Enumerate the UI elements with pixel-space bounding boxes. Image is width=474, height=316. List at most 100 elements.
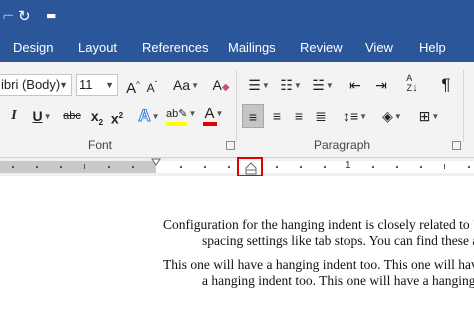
multilevel-list-icon: ☱ <box>312 77 325 93</box>
chevron-down-icon[interactable]: ▼ <box>105 75 114 95</box>
chevron-down-icon: ▼ <box>293 81 302 91</box>
increase-indent-button[interactable]: ⇥ <box>370 73 392 97</box>
text-effects-button[interactable]: A▼ <box>136 104 162 128</box>
paint-bucket-icon: ◈ <box>382 108 393 124</box>
justify-button[interactable]: ≣ <box>310 104 332 128</box>
subscript-button[interactable]: x2 <box>88 104 106 128</box>
chevron-down-icon: ▼ <box>151 111 160 121</box>
chevron-down-icon: ▼ <box>359 112 368 122</box>
font-name-value: ibri (Body) <box>1 77 61 92</box>
hanging-indent-highlight <box>237 157 263 177</box>
ribbon-home: ibri (Body) ▼ 11 ▼ A^ Aˇ Aa▼ A◆ I U▼ abc… <box>0 62 474 158</box>
paragraph-dialog-launcher-icon[interactable] <box>452 141 461 150</box>
document-page[interactable]: Configuration for the hanging indent is … <box>0 176 474 316</box>
highlight-label: ab <box>166 108 179 120</box>
clear-formatting-button[interactable]: A◆ <box>208 73 234 97</box>
align-left-icon: ≡ <box>248 109 258 125</box>
align-right-icon: ≡ <box>294 108 304 124</box>
bullets-button[interactable]: ☰▼ <box>244 73 274 97</box>
tab-review[interactable]: Review <box>300 39 343 57</box>
ruler-number: 1 <box>345 160 351 171</box>
tab-view[interactable]: View <box>365 39 393 57</box>
tab-help[interactable]: Help <box>419 39 446 57</box>
text-effects-label: A <box>138 106 151 126</box>
underline-button[interactable]: U▼ <box>28 104 56 128</box>
justify-icon: ≣ <box>315 108 327 124</box>
italic-label: I <box>11 108 17 123</box>
line-spacing-button[interactable]: ↕≡▼ <box>340 104 370 128</box>
chevron-down-icon: ▼ <box>43 112 52 122</box>
chevron-down-icon: ▼ <box>215 109 224 119</box>
font-color-label: A <box>204 105 215 122</box>
shrink-font-label: A <box>146 81 155 95</box>
subscript-label: x <box>90 108 99 124</box>
align-center-icon: ≡ <box>272 108 282 124</box>
shading-button[interactable]: ◈▼ <box>376 104 408 128</box>
paragraph-2-line-2: a hanging indent too. This one will have… <box>202 273 474 288</box>
group-separator <box>236 70 237 142</box>
clear-formatting-label: A <box>212 77 222 93</box>
grow-font-label: A <box>126 80 137 97</box>
borders-button[interactable]: ⊞▼ <box>414 104 444 128</box>
paragraph-group-label: Paragraph <box>314 138 371 152</box>
pilcrow-icon: ¶ <box>441 75 451 94</box>
chevron-down-icon: ▼ <box>393 112 402 122</box>
font-color-bar <box>202 122 217 126</box>
highlight-button[interactable]: ab✎ ▼ <box>166 102 196 126</box>
strikethrough-button[interactable]: abc <box>60 104 84 128</box>
decrease-indent-button[interactable]: ⇤ <box>344 73 366 97</box>
tab-mailings[interactable]: Mailings <box>228 39 276 57</box>
chevron-down-icon: ▼ <box>261 81 270 91</box>
align-left-button[interactable]: ≡ <box>242 104 264 128</box>
first-line-indent-marker[interactable] <box>151 158 161 166</box>
bullets-icon: ☰ <box>248 77 261 93</box>
chevron-down-icon: ▼ <box>325 81 334 91</box>
chevron-down-icon: ▼ <box>188 109 197 119</box>
grow-font-button[interactable]: A^ <box>124 73 142 97</box>
change-case-label: Aa <box>172 77 191 93</box>
increase-indent-icon: ⇥ <box>375 77 387 93</box>
multilevel-list-button[interactable]: ☱▼ <box>308 73 338 97</box>
undo-icon[interactable]: ⌐ <box>2 6 15 26</box>
subscript-mark: 2 <box>98 117 104 127</box>
font-name-combo[interactable]: ibri (Body) ▼ <box>0 74 72 96</box>
superscript-label: x <box>110 110 119 127</box>
chevron-down-icon[interactable]: ▼ <box>59 75 68 95</box>
show-hide-marks-button[interactable]: ¶ <box>436 73 456 97</box>
ribbon-tabs: Design Layout References Mailings Review… <box>0 34 474 62</box>
chevron-down-icon: ▼ <box>431 112 440 122</box>
borders-icon: ⊞ <box>418 108 431 124</box>
customize-qat-icon[interactable]: ▬ <box>46 6 56 26</box>
group-separator <box>463 70 464 142</box>
align-center-button[interactable]: ≡ <box>266 104 288 128</box>
superscript-button[interactable]: x2 <box>108 104 126 128</box>
tab-layout[interactable]: Layout <box>78 39 117 57</box>
eraser-icon: ◆ <box>221 82 230 93</box>
change-case-button[interactable]: Aa▼ <box>170 73 202 97</box>
font-size-combo[interactable]: 11 ▼ <box>76 74 118 96</box>
highlight-color-bar <box>166 122 188 126</box>
font-dialog-launcher-icon[interactable] <box>226 141 235 150</box>
sort-button[interactable]: A Z↓ <box>400 73 424 97</box>
font-group-label: Font <box>88 138 113 152</box>
numbering-icon: ☷ <box>280 77 293 93</box>
tab-design[interactable]: Design <box>13 39 53 57</box>
strikethrough-label: abc <box>63 110 81 122</box>
numbering-button[interactable]: ☷▼ <box>276 73 306 97</box>
font-size-value: 11 <box>79 77 93 92</box>
shrink-font-button[interactable]: Aˇ <box>144 73 160 97</box>
underline-label: U <box>32 108 43 124</box>
tab-references[interactable]: References <box>142 39 208 57</box>
pen-icon: ✎ <box>178 108 188 120</box>
line-spacing-icon: ↕≡ <box>342 108 359 124</box>
title-bar: ⌐ ↻ ▬ <box>0 0 474 34</box>
italic-button[interactable]: I <box>6 104 22 128</box>
redo-icon[interactable]: ↻ <box>18 6 31 26</box>
chevron-down-icon: ▼ <box>191 81 200 91</box>
paragraph-2-line-1: This one will have a hanging indent too.… <box>163 257 474 272</box>
font-color-button[interactable]: A ▼ <box>200 102 228 126</box>
paragraph-1-line-1: Configuration for the hanging indent is … <box>163 217 474 232</box>
paragraph-1-line-2: spacing settings like tab stops. You can… <box>202 233 474 248</box>
decrease-indent-icon: ⇤ <box>349 77 361 93</box>
align-right-button[interactable]: ≡ <box>288 104 310 128</box>
